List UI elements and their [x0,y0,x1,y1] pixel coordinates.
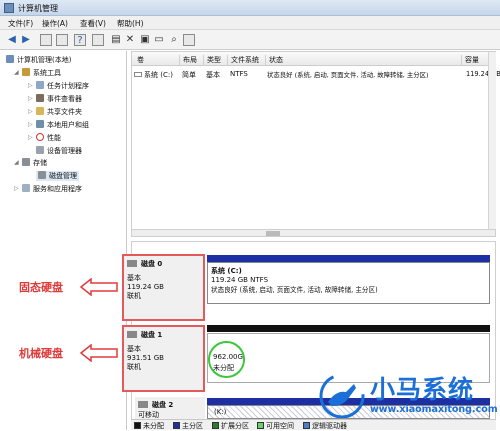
disk-icon [127,260,137,267]
disk-1-label[interactable]: 磁盘 1 基本 931.51 GB 联机 [122,325,205,392]
annotation-hdd: 机械硬盘 [19,347,63,360]
expand-arrow-icon[interactable]: ▷ [28,108,33,115]
vertical-scrollbar[interactable] [488,52,496,229]
watermark-url: www.xiaomaxitong.com [370,404,498,415]
disk-2-label[interactable]: 磁盘 2 可移动 [135,397,205,419]
column-status[interactable]: 状态 [265,55,461,66]
expand-arrow-icon[interactable]: ◢ [14,69,19,76]
users-icon [36,120,44,128]
volume-status: 状态良好 (系统, 启动, 页面文件, 活动, 故障转储, 主分区) [267,71,429,79]
open-icon[interactable]: ▣ [139,34,151,46]
folder-icon[interactable]: ▭ [153,34,165,46]
menu-help[interactable]: 帮助(H) [117,18,144,29]
performance-icon [36,133,44,141]
tree-item-services-apps[interactable]: 服务和应用程序 [22,184,82,194]
tree-item-shared-folders[interactable]: 共享文件夹 [36,107,82,117]
properties-icon[interactable]: ▤ [110,34,122,46]
drive-icon [134,72,142,77]
tree-item-storage[interactable]: 存储 [22,158,47,168]
volume-filesystem: NTFS [230,70,248,78]
computer-management-icon [4,3,14,13]
expand-arrow-icon[interactable]: ▷ [28,134,33,141]
tree-item-event-viewer[interactable]: 事件查看器 [36,94,82,104]
volume-list: 卷 布局 类型 文件系统 状态 容量 系统 (C:) 简单 基本 NTFS 状态… [131,51,500,237]
show-hide-tree-icon[interactable] [56,34,68,46]
volume-type: 基本 [206,71,220,79]
watermark: 小马系统 www.xiaomaxitong.com [318,370,500,422]
menu-view[interactable]: 查看(V) [80,18,106,29]
tools-icon [22,68,30,76]
tree-item-performance[interactable]: 性能 [36,133,61,143]
expand-arrow-icon[interactable]: ▷ [28,121,33,128]
disk-icon [138,401,148,408]
horse-logo-icon [319,373,365,418]
volume-layout: 简单 [182,71,196,79]
shared-folder-icon [36,107,44,115]
column-volume[interactable]: 卷 [134,55,179,66]
tree-item-local-users[interactable]: 本地用户和组 [36,120,89,130]
help-icon[interactable]: ? [74,34,86,46]
back-icon[interactable]: ◀ [6,34,18,46]
disk-icon [38,171,46,179]
tree-item-system-tools[interactable]: 系统工具 [22,68,61,78]
column-type[interactable]: 类型 [203,55,227,66]
export-icon[interactable] [183,34,195,46]
volume-name: 系统 (C:) [144,71,173,79]
menu-file[interactable]: 文件(F) [8,18,33,29]
column-filesystem[interactable]: 文件系统 [227,55,265,66]
column-layout[interactable]: 布局 [179,55,203,66]
tree-item-disk-management[interactable]: 磁盘管理 [36,171,79,181]
disk-0-label[interactable]: 磁盘 0 基本 119.24 GB 联机 [122,254,205,321]
annotation-ssd: 固态硬盘 [19,281,63,294]
expand-arrow-icon[interactable]: ▷ [14,185,19,192]
delete-icon[interactable]: ✕ [124,34,136,46]
search-icon[interactable]: ⌕ [168,34,180,46]
tree-item-device-manager[interactable]: 设备管理器 [36,146,82,156]
forward-icon[interactable]: ▶ [20,34,32,46]
horizontal-scrollbar[interactable] [131,229,496,237]
title-bar: 计算机管理 [0,0,500,16]
up-folder-icon[interactable] [40,34,52,46]
primary-partition-bar [207,255,490,262]
arrow-left-icon [79,278,118,296]
computer-icon [6,55,14,63]
expand-arrow-icon[interactable]: ▷ [28,95,33,102]
menu-action[interactable]: 操作(A) [42,18,68,29]
expand-arrow-icon[interactable]: ▷ [28,82,33,89]
menu-bar: 文件(F) 操作(A) 查看(V) 帮助(H) [0,16,500,30]
expand-arrow-icon[interactable]: ◢ [14,159,19,166]
unallocated-bar [207,325,490,332]
services-icon [22,184,30,192]
window-title: 计算机管理 [18,4,58,13]
navigation-tree: 计算机管理(本地) ◢ 系统工具 ▷ 任务计划程序 ▷ 事件查看器 ▷ 共享文件… [0,51,127,430]
arrow-left-icon [79,344,118,362]
tree-item-task-scheduler[interactable]: 任务计划程序 [36,81,89,91]
storage-icon [22,158,30,166]
clock-icon [36,81,44,89]
partition-system-c[interactable]: 系统 (C:) 119.24 GB NTFS 状态良好 (系统, 启动, 页面文… [207,262,490,304]
console-tree-icon[interactable] [92,34,104,46]
tree-root[interactable]: 计算机管理(本地) [6,55,71,65]
toolbar: ◀ ▶ ? ▤ ✕ ▣ ▭ ⌕ [0,30,500,50]
disk-icon [127,331,137,338]
volume-list-header: 卷 布局 类型 文件系统 状态 容量 [132,52,495,66]
scroll-thumb[interactable] [266,231,280,236]
device-manager-icon [36,146,44,154]
watermark-brand: 小马系统 [370,375,475,404]
event-viewer-icon [36,94,44,102]
